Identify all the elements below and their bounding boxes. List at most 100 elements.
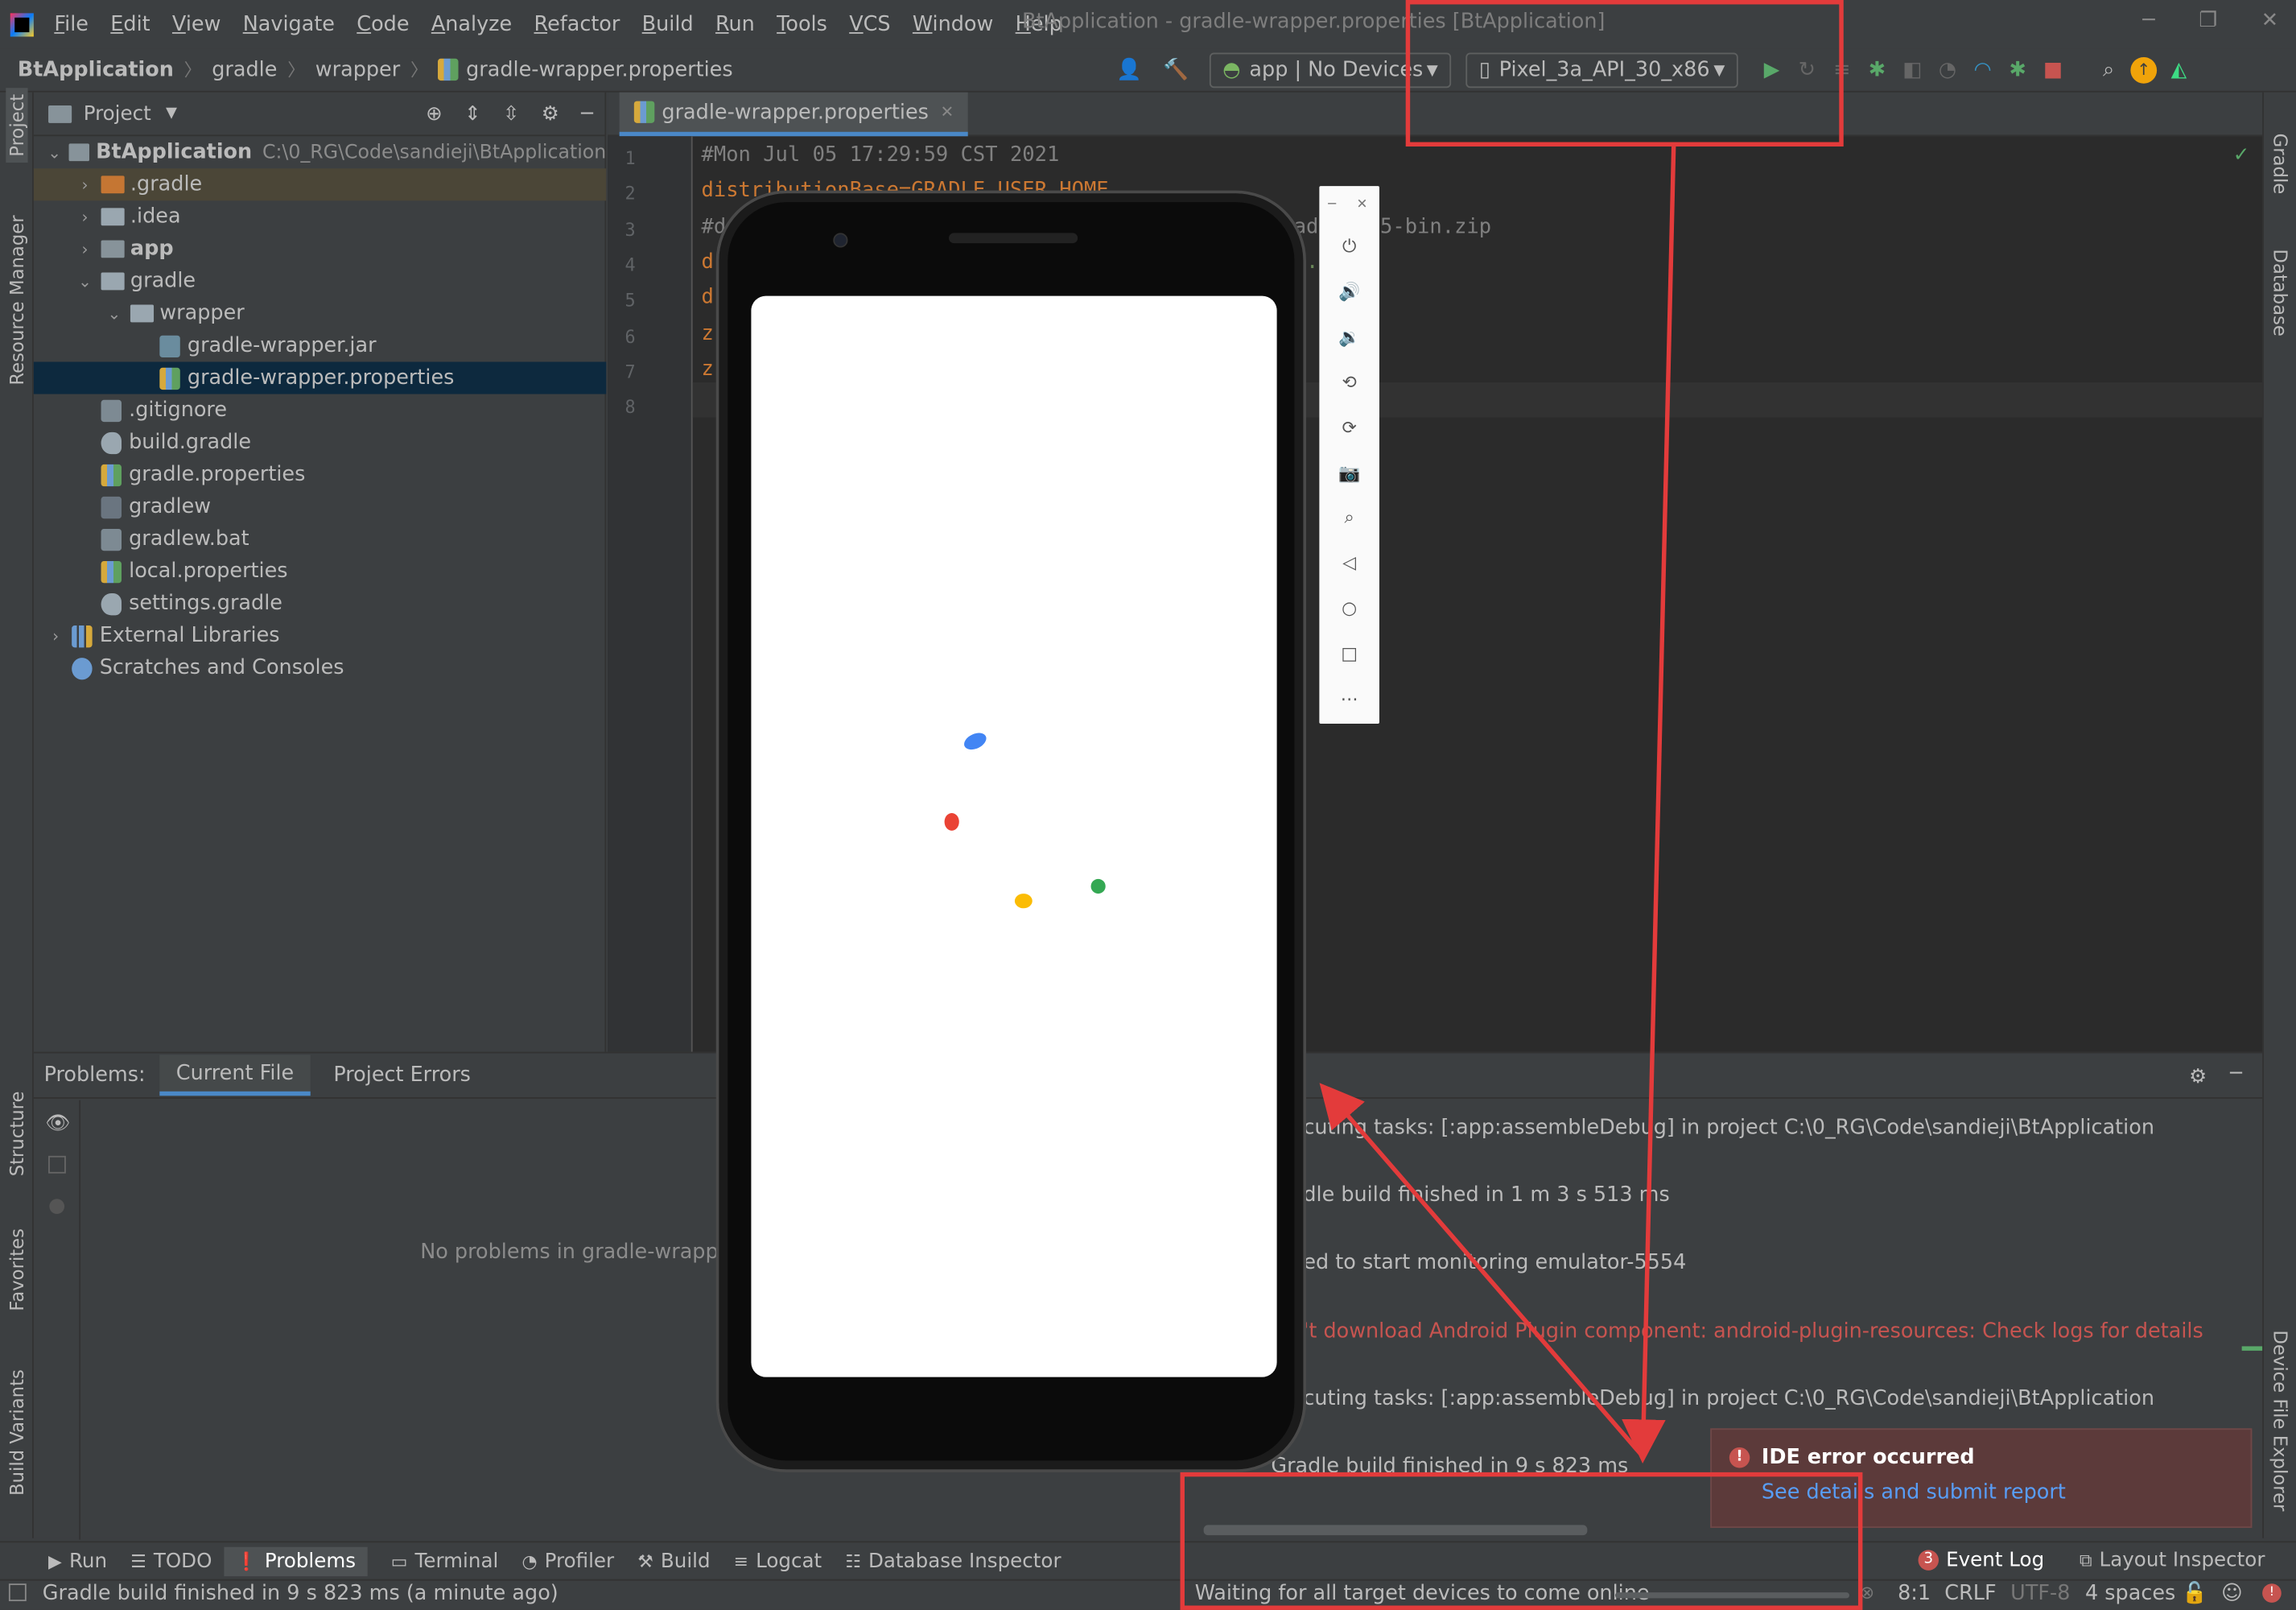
tool-device-file-explorer[interactable]: Device File Explorer — [2269, 1330, 2291, 1511]
gear-icon[interactable]: ⚙ — [542, 101, 559, 125]
close-icon[interactable]: ✕ — [2261, 9, 2278, 32]
run-config-selector[interactable]: ◓ app | No Devices ▼ — [1209, 52, 1452, 89]
error-indicator-icon[interactable]: ! — [2262, 1583, 2282, 1603]
menu-vcs[interactable]: VCS — [849, 12, 890, 35]
back-icon[interactable]: ◁ — [1319, 553, 1379, 573]
chevron-right-icon[interactable]: › — [45, 626, 65, 646]
menu-window[interactable]: Window — [913, 12, 993, 35]
line-separator[interactable]: CRLF — [1944, 1582, 1996, 1605]
tree-item[interactable]: gradlew.bat — [34, 523, 606, 555]
inspector-icon[interactable]: ☺ — [2221, 1582, 2243, 1605]
attach-debugger-icon[interactable]: ✱ — [2005, 57, 2031, 84]
profile-icon[interactable]: ◔ — [1935, 57, 1961, 84]
minimize-icon[interactable]: ─ — [1328, 198, 1336, 213]
menu-build[interactable]: Build — [642, 12, 694, 35]
restore-icon[interactable]: ❐ — [2199, 9, 2217, 32]
zoom-icon[interactable]: ⌕ — [1319, 507, 1379, 529]
tool-project[interactable]: Project — [6, 88, 28, 163]
tool-favorites[interactable]: Favorites — [6, 1228, 27, 1311]
chevron-down-icon[interactable]: ⌄ — [75, 272, 95, 291]
tool-todo[interactable]: ☰ TODO — [130, 1549, 212, 1572]
tool-gradle[interactable]: Gradle — [2269, 134, 2291, 195]
tree-item[interactable]: build.gradle — [34, 427, 606, 459]
home-icon[interactable]: ○ — [1319, 598, 1379, 618]
update-icon[interactable]: ↑ — [2130, 56, 2158, 84]
caret-position[interactable]: 8:1 — [1898, 1582, 1931, 1605]
breadcrumb-item[interactable]: BtApplication — [18, 58, 174, 81]
chevron-right-icon[interactable]: › — [75, 208, 95, 227]
chevron-right-icon[interactable]: › — [75, 240, 95, 259]
cancel-progress-icon[interactable]: ⊗ — [1860, 1582, 1874, 1602]
apply-changes-icon[interactable]: ↻ — [1794, 57, 1820, 84]
power-icon[interactable]: ⏻ — [1319, 236, 1379, 258]
tree-item[interactable]: › .gradle — [33, 168, 607, 201]
tree-item[interactable]: gradle-wrapper.properties — [33, 361, 607, 394]
indent-setting[interactable]: 4 spaces — [2085, 1582, 2175, 1605]
camera-icon[interactable]: 📷 — [1319, 462, 1379, 482]
chevron-down-icon[interactable]: ▼ — [166, 105, 177, 122]
close-tab-icon[interactable]: ✕ — [940, 102, 954, 122]
more-icon[interactable]: ⋯ — [1319, 688, 1379, 708]
volume-down-icon[interactable]: 🔉 — [1319, 326, 1379, 346]
hide-icon[interactable]: ─ — [581, 101, 593, 125]
close-icon[interactable]: ✕ — [1357, 198, 1368, 213]
tool-profiler[interactable]: ◔ Profiler — [521, 1549, 614, 1572]
breadcrumb-item[interactable]: gradle-wrapper.properties — [466, 58, 733, 81]
coverage-icon[interactable]: ◧ — [1899, 57, 1926, 84]
tool-resource-manager[interactable]: Resource Manager — [6, 215, 27, 385]
project-view-selector[interactable]: Project — [84, 101, 151, 125]
tool-structure[interactable]: Structure — [6, 1091, 27, 1176]
device-selector[interactable]: ▯ Pixel_3a_API_30_x86 ▼ — [1465, 52, 1738, 89]
editor-tab[interactable]: gradle-wrapper.properties ✕ — [619, 92, 969, 137]
tool-event-log[interactable]: 3 Event Log — [1918, 1549, 2044, 1572]
tool-logcat[interactable]: ≡ Logcat — [734, 1549, 822, 1572]
search-icon[interactable]: ⌕ — [2096, 57, 2122, 84]
chevron-right-icon[interactable]: › — [75, 175, 95, 194]
tree-item[interactable]: gradle-wrapper.jar — [34, 329, 606, 361]
tab-current-file[interactable]: Current File — [159, 1055, 311, 1096]
volume-up-icon[interactable]: 🔊 — [1319, 281, 1379, 301]
tool-build-variants[interactable]: Build Variants — [6, 1369, 27, 1496]
overview-icon[interactable]: □ — [1319, 643, 1379, 663]
tree-item[interactable]: › External Libraries — [34, 620, 606, 652]
file-encoding[interactable]: UTF-8 — [2010, 1582, 2070, 1605]
tree-item[interactable]: ⌄ gradle — [34, 265, 606, 297]
toggle-tool-windows-icon[interactable] — [8, 1583, 27, 1602]
menu-code[interactable]: Code — [357, 12, 409, 35]
tree-item[interactable]: settings.gradle — [34, 588, 606, 620]
preview-icon[interactable] — [48, 1155, 66, 1174]
rotate-left-icon[interactable]: ⟲ — [1319, 372, 1379, 392]
tree-item[interactable]: .gitignore — [34, 394, 606, 427]
tree-item[interactable]: › .idea — [34, 200, 606, 233]
eye-icon[interactable]: 👁 — [45, 1112, 70, 1135]
android-studio-icon[interactable]: ◭ — [2166, 57, 2192, 84]
tool-problems[interactable]: ❗ Problems — [224, 1546, 368, 1576]
debug-icon[interactable]: ✱ — [1864, 57, 1890, 84]
menu-file[interactable]: File — [54, 12, 89, 35]
gear-icon[interactable]: ⚙ — [2189, 1065, 2207, 1088]
tool-database-inspector[interactable]: ☷ Database Inspector — [845, 1549, 1061, 1572]
tool-run[interactable]: ▶ Run — [48, 1549, 107, 1572]
locate-icon[interactable]: ⊕ — [426, 101, 443, 125]
tree-item[interactable]: gradlew — [34, 491, 606, 523]
tree-item[interactable]: gradle.properties — [34, 459, 606, 491]
tool-database[interactable]: Database — [2269, 249, 2291, 336]
lightbulb-icon[interactable]: ● — [48, 1194, 65, 1217]
tree-item[interactable]: Scratches and Consoles — [34, 652, 606, 684]
horizontal-scrollbar[interactable] — [1203, 1525, 1588, 1536]
tree-item[interactable]: › app — [34, 233, 606, 265]
menu-run[interactable]: Run — [715, 12, 755, 35]
menu-navigate[interactable]: Navigate — [243, 12, 335, 35]
menu-view[interactable]: View — [172, 12, 221, 35]
tool-layout-inspector[interactable]: ⧉ Layout Inspector — [2080, 1549, 2265, 1572]
tree-item[interactable]: local.properties — [34, 555, 606, 588]
expand-all-icon[interactable]: ⇕ — [464, 101, 481, 125]
menu-tools[interactable]: Tools — [777, 12, 827, 35]
user-icon[interactable]: 👤 — [1115, 57, 1142, 84]
breadcrumb-item[interactable]: wrapper — [315, 58, 400, 81]
tree-item[interactable]: ⌄ wrapper — [34, 297, 606, 329]
stop-icon[interactable]: ■ — [2040, 57, 2067, 84]
lock-icon[interactable]: 🔓 — [2182, 1582, 2207, 1605]
rotate-right-icon[interactable]: ⟳ — [1319, 417, 1379, 437]
emulator-screen[interactable] — [751, 295, 1277, 1377]
